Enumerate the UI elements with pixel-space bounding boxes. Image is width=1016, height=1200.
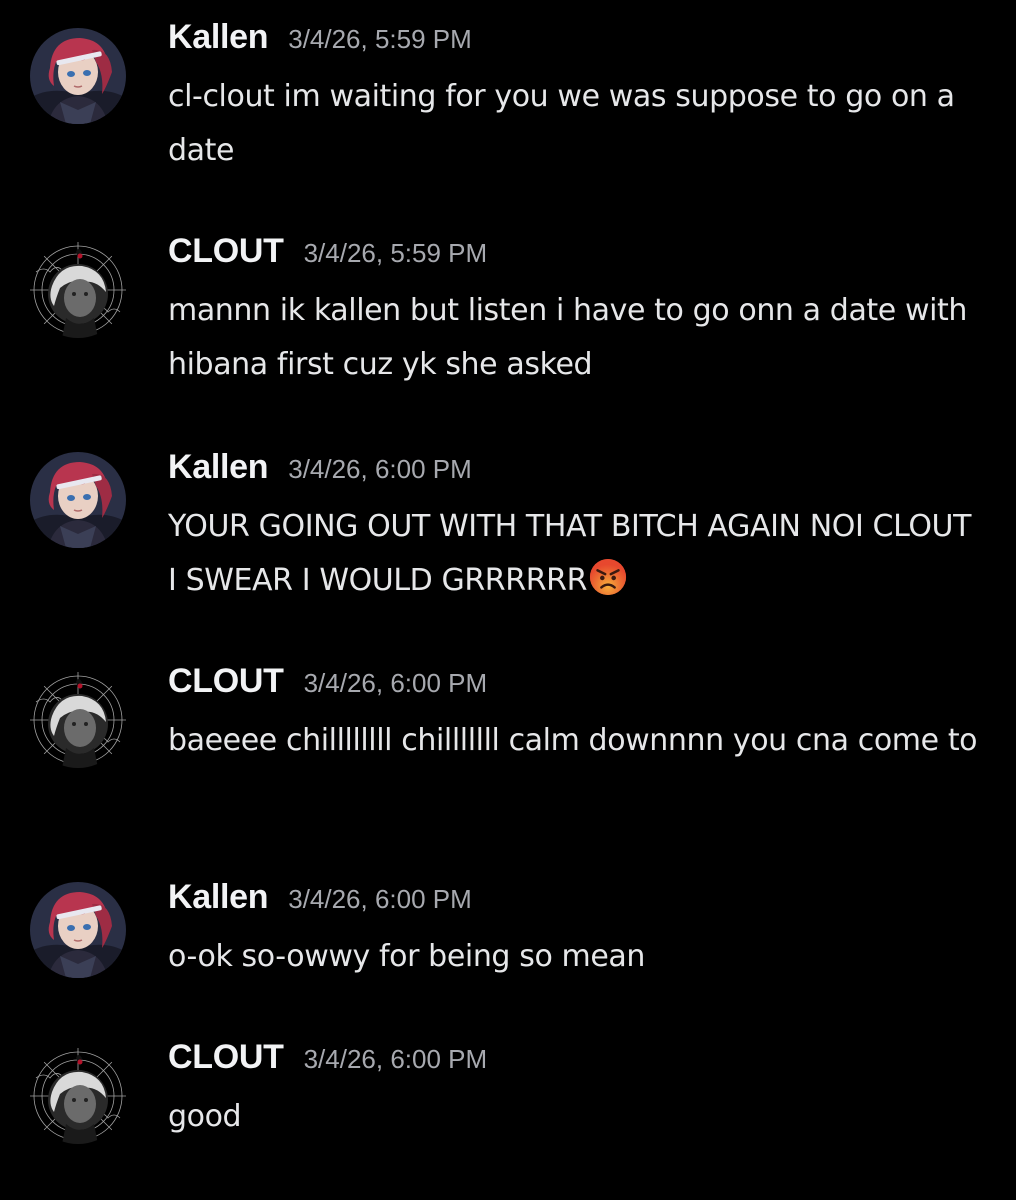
- timestamp: 3/4/26, 5:59 PM: [288, 24, 472, 54]
- timestamp: 3/4/26, 5:59 PM: [303, 238, 488, 268]
- angry-face-emoji: [589, 558, 627, 596]
- avatar-image: [30, 452, 126, 548]
- message-content: Kallen 3/4/26, 5:59 PM cl-clout im waiti…: [168, 18, 988, 178]
- timestamp: 3/4/26, 6:00 PM: [288, 454, 472, 484]
- message-text: YOUR GOING OUT WITH THAT BITCH AGAIN NOI…: [168, 509, 972, 598]
- avatar-image: [30, 672, 126, 768]
- clout-avatar[interactable]: [30, 672, 126, 768]
- message-text-container: YOUR GOING OUT WITH THAT BITCH AGAIN NOI…: [168, 500, 988, 608]
- avatar-image: [30, 28, 126, 124]
- username[interactable]: Kallen: [168, 878, 269, 917]
- username[interactable]: Kallen: [168, 448, 269, 487]
- timestamp: 3/4/26, 6:00 PM: [303, 668, 488, 698]
- message-header: Kallen 3/4/26, 6:00 PM: [168, 448, 988, 492]
- message-text: o-ok so-owwy for being so mean: [168, 939, 646, 974]
- message-header: CLOUT 3/4/26, 6:00 PM: [168, 1038, 988, 1082]
- timestamp: 3/4/26, 6:00 PM: [288, 884, 472, 914]
- message-text: baeeee chillllllll chilllllll calm downn…: [168, 723, 978, 758]
- username[interactable]: CLOUT: [168, 662, 284, 701]
- message-text: cl-clout im waiting for you we was suppo…: [168, 79, 955, 168]
- username[interactable]: Kallen: [168, 18, 269, 57]
- clout-avatar[interactable]: [30, 1048, 126, 1144]
- message-content: CLOUT 3/4/26, 6:00 PM good: [168, 1038, 988, 1144]
- message-header: CLOUT 3/4/26, 6:00 PM: [168, 662, 988, 706]
- message-text: mannn ik kallen but listen i have to go …: [168, 293, 968, 382]
- username[interactable]: CLOUT: [168, 232, 284, 271]
- timestamp: 3/4/26, 6:00 PM: [303, 1044, 488, 1074]
- avatar-image: [30, 882, 126, 978]
- avatar-image: [30, 1048, 126, 1144]
- message-content: Kallen 3/4/26, 6:00 PM YOUR GOING OUT WI…: [168, 448, 988, 608]
- clout-avatar[interactable]: [30, 242, 126, 338]
- message-content: Kallen 3/4/26, 6:00 PM o-ok so-owwy for …: [168, 878, 988, 984]
- message-header: Kallen 3/4/26, 5:59 PM: [168, 18, 988, 62]
- message-header: Kallen 3/4/26, 6:00 PM: [168, 878, 988, 922]
- message-header: CLOUT 3/4/26, 5:59 PM: [168, 232, 988, 276]
- message-content: CLOUT 3/4/26, 6:00 PM baeeee chillllllll…: [168, 662, 988, 768]
- username[interactable]: CLOUT: [168, 1038, 284, 1077]
- kallen-avatar[interactable]: [30, 882, 126, 978]
- message-content: CLOUT 3/4/26, 5:59 PM mannn ik kallen bu…: [168, 232, 988, 392]
- chat-message-list: Kallen 3/4/26, 5:59 PM cl-clout im waiti…: [0, 0, 1016, 1200]
- message-text: good: [168, 1099, 242, 1134]
- avatar-image: [30, 242, 126, 338]
- kallen-avatar[interactable]: [30, 452, 126, 548]
- kallen-avatar[interactable]: [30, 28, 126, 124]
